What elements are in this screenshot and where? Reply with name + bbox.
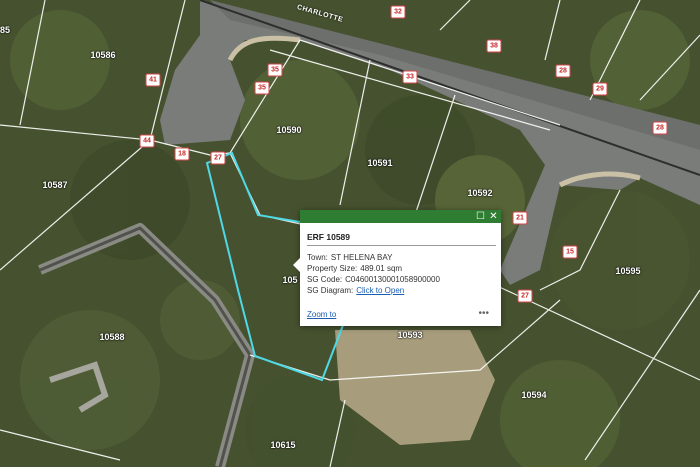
field-town: Town: ST HELENA BAY xyxy=(307,253,392,262)
parcel-label: 85 xyxy=(0,25,11,35)
popup-pointer xyxy=(293,258,300,272)
popup-title: ERF 10589 xyxy=(307,232,350,242)
field-sg-code-value: C04600130001058900000 xyxy=(345,275,440,284)
zoom-to-link[interactable]: Zoom to xyxy=(307,310,336,319)
boundary-length-label: 21 xyxy=(512,211,528,225)
popup-header: ☐ ✕ xyxy=(300,210,501,223)
boundary-length-label: 35 xyxy=(267,63,283,77)
boundary-length-label: 41 xyxy=(145,73,161,87)
parcel-label: 10592 xyxy=(467,188,493,198)
boundary-length-label: 35 xyxy=(254,81,270,95)
boundary-length-label: 44 xyxy=(139,134,155,148)
field-size-value: 489.01 sqm xyxy=(360,264,403,273)
boundary-length-label: 29 xyxy=(592,82,608,96)
boundary-length-label: 28 xyxy=(652,121,668,135)
parcel-label: 105 xyxy=(282,275,298,285)
parcel-label: 10588 xyxy=(99,332,125,342)
boundary-length-label: 27 xyxy=(517,289,533,303)
field-property-size: Property Size: 489.01 sqm xyxy=(307,264,402,273)
more-actions-button[interactable]: ••• xyxy=(478,308,489,319)
parcel-label: 10590 xyxy=(276,125,302,135)
parcel-label: 10591 xyxy=(367,158,393,168)
boundary-length-label: 28 xyxy=(555,64,571,78)
popup-divider xyxy=(307,245,496,246)
parcel-label: 10615 xyxy=(270,440,296,450)
boundary-length-label: 18 xyxy=(174,147,190,161)
boundary-length-label: 38 xyxy=(486,39,502,53)
parcel-label: 10586 xyxy=(90,50,116,60)
field-town-value: ST HELENA BAY xyxy=(330,253,393,262)
field-size-label: Property Size: xyxy=(307,264,358,273)
parcel-label: 10595 xyxy=(615,266,641,276)
field-sg-code-label: SG Code: xyxy=(307,275,343,284)
sg-diagram-link[interactable]: Click to Open xyxy=(356,286,404,295)
boundary-length-label: 15 xyxy=(562,245,578,259)
boundary-length-label: 32 xyxy=(390,5,406,19)
parcel-label: 10587 xyxy=(42,180,68,190)
field-sg-code: SG Code: C04600130001058900000 xyxy=(307,275,440,284)
parcel-popup: ☐ ✕ ERF 10589 Town: ST HELENA BAY Propert… xyxy=(293,210,501,326)
field-town-label: Town: xyxy=(307,253,328,262)
boundary-length-label: 33 xyxy=(402,70,418,84)
parcel-label: 10593 xyxy=(397,330,423,340)
parcel-label: 10594 xyxy=(521,390,547,400)
field-sg-diagram: SG Diagram: Click to Open xyxy=(307,286,404,295)
close-icon[interactable]: ✕ xyxy=(488,211,499,222)
maximize-icon[interactable]: ☐ xyxy=(475,211,486,222)
field-sg-diagram-label: SG Diagram: xyxy=(307,286,354,295)
boundary-length-label: 27 xyxy=(210,151,226,165)
